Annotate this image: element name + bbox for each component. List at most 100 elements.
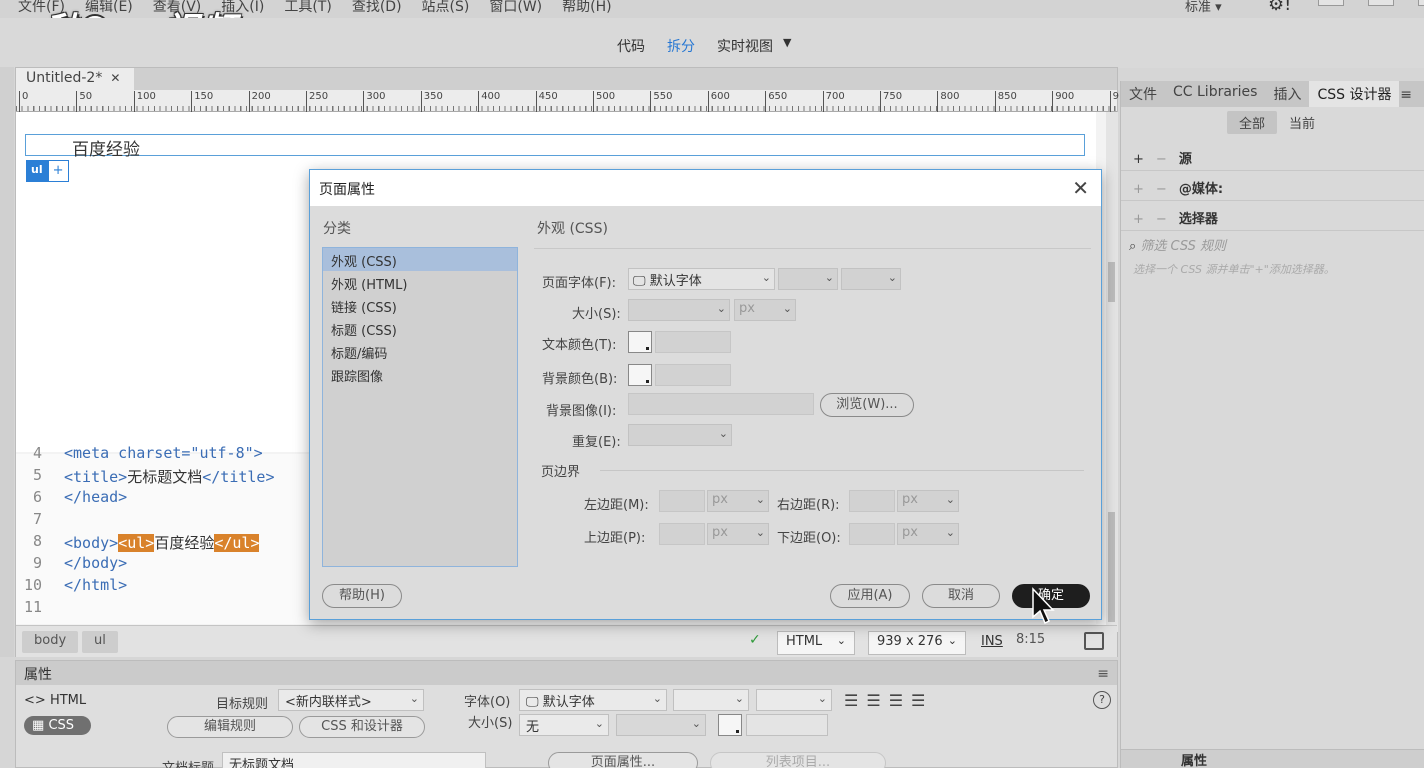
size-select[interactable]: 无 ⌄	[519, 714, 609, 736]
selectors-row[interactable]: + − 选择器	[1121, 203, 1424, 231]
maximize-button[interactable]	[1368, 0, 1394, 6]
target-rule-select[interactable]: <新内联样式> ⌄	[278, 689, 424, 711]
align-justify-icon[interactable]: ☰	[911, 691, 925, 710]
close-icon[interactable]: ✕	[1072, 176, 1089, 200]
scrollbar-thumb[interactable]	[1108, 262, 1115, 302]
document-tab[interactable]: Untitled-2* ✕	[16, 68, 134, 90]
align-left-icon[interactable]: ☰	[844, 691, 858, 710]
font-select[interactable]: 🖵 默认字体 ⌄	[519, 689, 667, 711]
ul-element-outline[interactable]: 百度经验	[25, 134, 1085, 160]
text-color-input[interactable]	[655, 331, 731, 353]
apply-button[interactable]: 应用(A)	[830, 584, 910, 608]
menu-window[interactable]: 窗口(W)	[489, 0, 542, 16]
color-input[interactable]	[746, 714, 828, 736]
element-badge[interactable]: ul +	[26, 160, 69, 182]
chevron-down-icon[interactable]: ▼	[783, 36, 791, 56]
bg-image-input[interactable]	[628, 393, 814, 415]
font-weight-select[interactable]: ⌄	[756, 689, 832, 711]
font-style-select[interactable]: ⌄	[778, 268, 838, 290]
code-line[interactable]: 10 </html>	[16, 576, 127, 598]
html-mode-button[interactable]: <> HTML	[24, 693, 91, 708]
scope-current-button[interactable]: 当前	[1277, 111, 1327, 134]
vertical-scrollbar[interactable]	[1106, 112, 1118, 632]
category-appearance-css[interactable]: 外观 (CSS)	[323, 248, 517, 271]
code-line[interactable]: 5 <title>无标题文档</title>	[16, 466, 275, 488]
add-class-button[interactable]: +	[47, 160, 69, 182]
list-item-button[interactable]: 列表项目...	[710, 752, 886, 768]
tab-cc-libraries[interactable]: CC Libraries	[1165, 81, 1265, 107]
view-code-button[interactable]: 代码	[617, 36, 645, 56]
css-designer-button[interactable]: CSS 和设计器	[299, 716, 425, 738]
align-right-icon[interactable]: ☰	[889, 691, 903, 710]
code-line[interactable]: 7	[16, 510, 64, 532]
scope-all-button[interactable]: 全部	[1227, 111, 1278, 134]
css-mode-button[interactable]: ▦ CSS	[24, 716, 91, 735]
tab-insert[interactable]: 插入	[1265, 81, 1309, 107]
edit-rule-button[interactable]: 编辑规则	[167, 716, 293, 738]
code-line[interactable]: 11	[16, 598, 64, 620]
filter-rules-input[interactable]: ⌕ 筛选 CSS 规则	[1121, 232, 1424, 256]
bg-color-input[interactable]	[655, 364, 731, 386]
doc-type-select[interactable]: HTML ⌄	[777, 631, 855, 655]
category-links-css[interactable]: 链接 (CSS)	[323, 294, 517, 317]
font-weight-select[interactable]: ⌄	[841, 268, 901, 290]
cancel-button[interactable]: 取消	[922, 584, 1000, 608]
close-icon[interactable]: ✕	[110, 71, 120, 85]
right-margin-input[interactable]	[849, 490, 895, 512]
menu-help[interactable]: 帮助(H)	[562, 0, 611, 16]
properties-section-header[interactable]: 属性	[1121, 749, 1424, 768]
remove-selector-icon[interactable]: −	[1156, 212, 1167, 227]
remove-media-icon[interactable]: −	[1156, 182, 1167, 197]
top-margin-input[interactable]	[659, 523, 705, 545]
code-line[interactable]: 9 </body>	[16, 554, 127, 576]
menu-find[interactable]: 查找(D)	[352, 0, 402, 16]
gear-icon[interactable]: ⚙!	[1268, 0, 1291, 15]
top-margin-unit[interactable]: px ⌄	[707, 523, 769, 545]
code-line[interactable]: 8 <body><ul>百度经验</ul>	[16, 532, 260, 554]
category-tracing-image[interactable]: 跟踪图像	[323, 363, 517, 386]
help-icon[interactable]: ?	[1093, 691, 1111, 709]
breadcrumb-ul[interactable]: ul	[82, 631, 118, 653]
remove-source-icon[interactable]: −	[1156, 152, 1167, 167]
scrollbar-thumb-code[interactable]	[1108, 512, 1115, 622]
menu-tools[interactable]: 工具(T)	[284, 0, 331, 16]
page-font-select[interactable]: 🖵 默认字体 ⌄	[628, 268, 775, 290]
tab-files[interactable]: 文件	[1121, 81, 1165, 107]
font-style-select[interactable]: ⌄	[673, 689, 749, 711]
size-select[interactable]: ⌄	[628, 299, 730, 321]
bottom-margin-unit[interactable]: px ⌄	[897, 523, 959, 545]
category-appearance-html[interactable]: 外观 (HTML)	[323, 271, 517, 294]
color-swatch[interactable]	[718, 714, 742, 736]
breadcrumb-body[interactable]: body	[22, 631, 79, 653]
repeat-select[interactable]: ⌄	[628, 424, 732, 446]
minimize-button[interactable]	[1318, 0, 1344, 6]
doc-title-input[interactable]: 无标题文档	[222, 752, 486, 768]
add-source-icon[interactable]: +	[1133, 152, 1144, 167]
add-selector-icon[interactable]: +	[1133, 212, 1144, 227]
workspace-switcher[interactable]: 标准 ▾	[1185, 0, 1222, 15]
element-badge-tag[interactable]: ul	[26, 160, 48, 182]
tab-css-designer[interactable]: CSS 设计器	[1309, 81, 1400, 107]
media-row[interactable]: + − @媒体:	[1121, 173, 1424, 201]
page-properties-button[interactable]: 页面属性...	[548, 752, 698, 768]
panel-menu-icon[interactable]: ≡	[1097, 666, 1109, 682]
add-media-icon[interactable]: +	[1133, 182, 1144, 197]
category-headings-css[interactable]: 标题 (CSS)	[323, 317, 517, 340]
preview-icon[interactable]	[1084, 632, 1104, 650]
align-center-icon[interactable]: ☰	[866, 691, 880, 710]
sources-row[interactable]: + − 源	[1121, 143, 1424, 171]
bg-color-swatch[interactable]	[628, 364, 652, 386]
code-line[interactable]: 4 <meta charset="utf-8">	[16, 444, 263, 466]
close-window-button[interactable]	[1418, 0, 1424, 6]
insert-mode[interactable]: INS	[981, 634, 1003, 649]
window-size-select[interactable]: 939 x 276 ⌄	[868, 631, 966, 655]
view-live-button[interactable]: 实时视图	[717, 36, 773, 56]
left-margin-input[interactable]	[659, 490, 705, 512]
size-unit-select[interactable]: ⌄	[616, 714, 706, 736]
text-color-swatch[interactable]	[628, 331, 652, 353]
view-split-button[interactable]: 拆分	[667, 36, 695, 56]
panel-menu-icon[interactable]: ≡	[1392, 84, 1420, 106]
help-button[interactable]: 帮助(H)	[322, 584, 402, 608]
category-title-encoding[interactable]: 标题/编码	[323, 340, 517, 363]
left-margin-unit[interactable]: px ⌄	[707, 490, 769, 512]
